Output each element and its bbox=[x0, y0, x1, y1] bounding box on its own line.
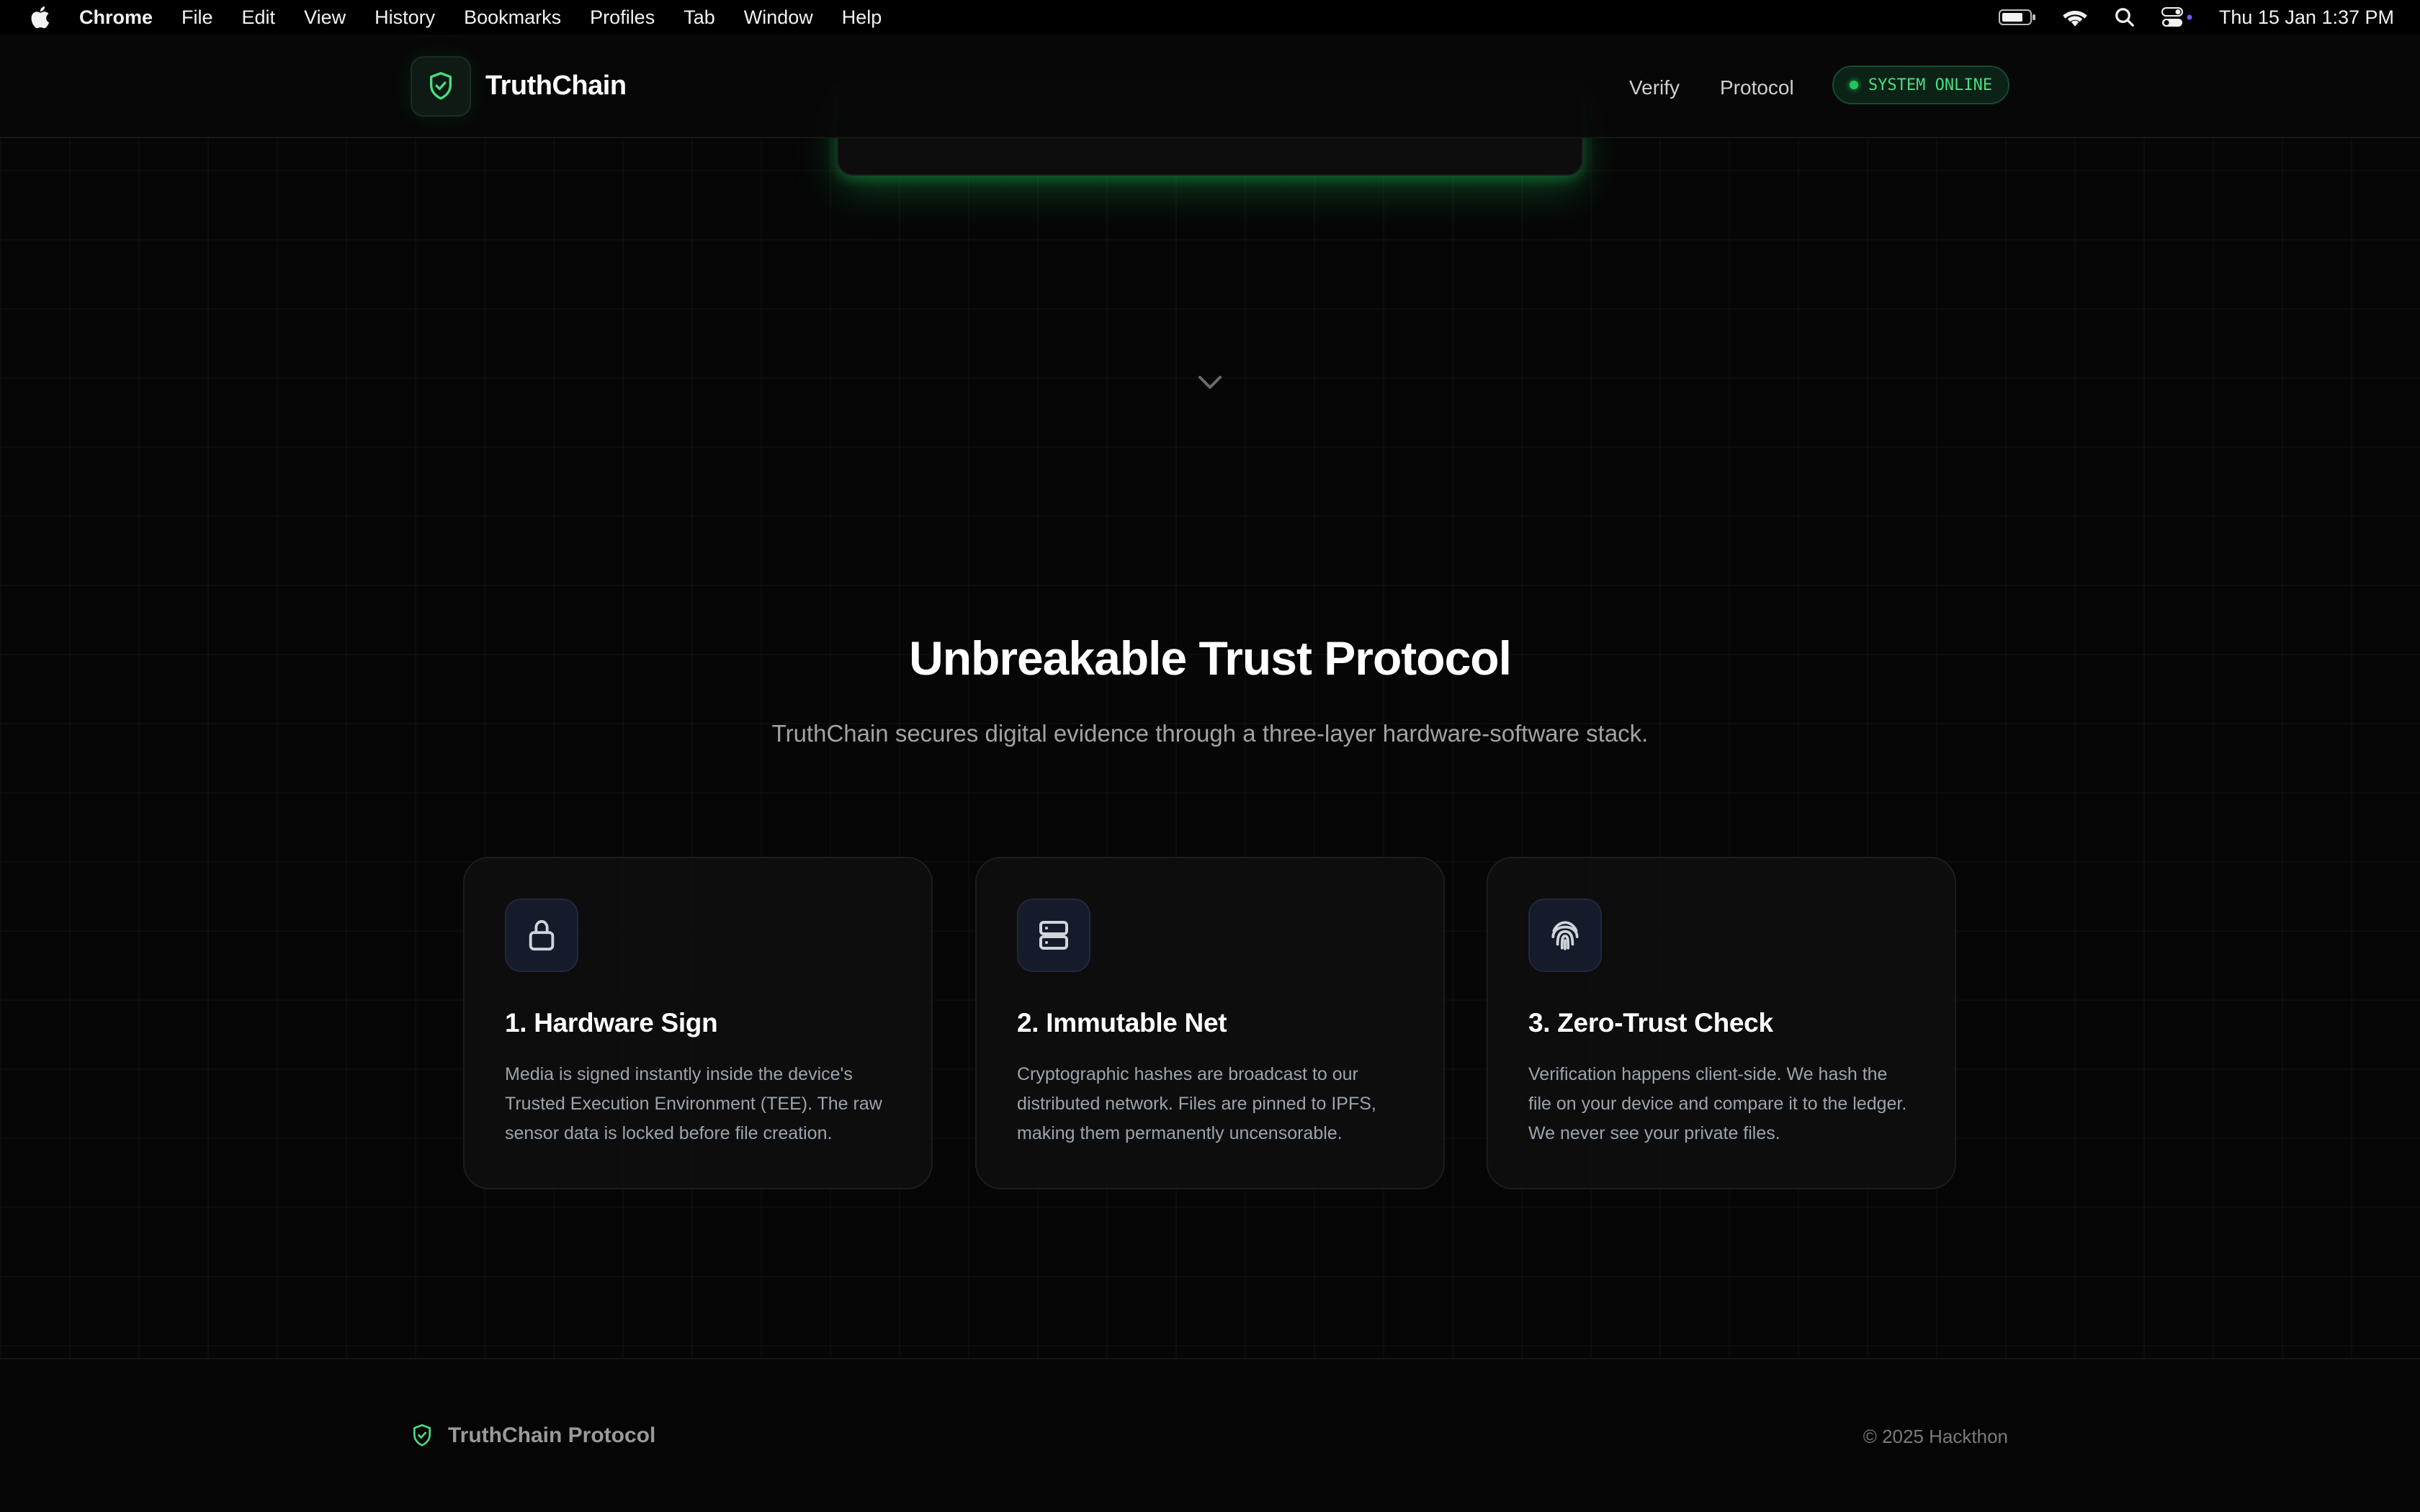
apple-icon[interactable] bbox=[29, 5, 50, 30]
card-title: 2. Immutable Net bbox=[1017, 1008, 1227, 1038]
feature-card-zero-trust-check: 3. Zero-Trust Check Verification happens… bbox=[1487, 857, 1956, 1189]
card-text: Cryptographic hashes are broadcast to ou… bbox=[1017, 1064, 1376, 1143]
status-dot bbox=[1849, 81, 1858, 89]
menubar-status-area: Thu 15 Jan 1:37 PM bbox=[1973, 0, 2394, 35]
server-icon bbox=[1039, 921, 1068, 950]
menu-app-name[interactable]: Chrome bbox=[79, 6, 153, 29]
card-title: 3. Zero-Trust Check bbox=[1528, 1008, 1773, 1038]
nav-verify[interactable]: Verify bbox=[1629, 76, 1680, 99]
card-text: Media is signed instantly inside the dev… bbox=[505, 1064, 882, 1143]
chevron-down-icon[interactable] bbox=[1196, 372, 1224, 392]
site-header: TruthChain Verify Protocol SYSTEM ONLINE bbox=[0, 35, 2420, 138]
logo[interactable] bbox=[411, 56, 471, 117]
card-icon-box bbox=[1528, 899, 1602, 972]
menubar-clock[interactable]: Thu 15 Jan 1:37 PM bbox=[2219, 6, 2394, 29]
card-icon-box bbox=[1017, 899, 1090, 972]
menu-help[interactable]: Help bbox=[842, 6, 882, 29]
battery-icon[interactable] bbox=[1998, 9, 2036, 26]
fingerprint-icon bbox=[1551, 921, 1579, 950]
menu-edit[interactable]: Edit bbox=[242, 6, 276, 29]
shield-check-icon bbox=[430, 71, 452, 100]
shield-check-icon bbox=[413, 1424, 431, 1446]
status-label: SYSTEM ONLINE bbox=[1868, 76, 1993, 94]
site-footer: TruthChain Protocol © 2025 Hackthon bbox=[0, 1358, 2420, 1512]
wifi-icon[interactable] bbox=[2062, 7, 2088, 27]
card-title: 1. Hardware Sign bbox=[505, 1008, 718, 1038]
macos-menubar: Chrome File Edit View History Bookmarks … bbox=[0, 0, 2420, 35]
lock-icon bbox=[529, 919, 555, 951]
footer-brand[interactable]: TruthChain Protocol bbox=[411, 1423, 655, 1449]
nav-protocol[interactable]: Protocol bbox=[1720, 76, 1794, 99]
card-text: Verification happens client-side. We has… bbox=[1528, 1064, 1907, 1143]
section-subtitle: TruthChain secures digital evidence thro… bbox=[771, 720, 1649, 747]
menu-history[interactable]: History bbox=[375, 6, 435, 29]
page: TruthChain Verify Protocol SYSTEM ONLINE… bbox=[0, 0, 2420, 1512]
menu-window[interactable]: Window bbox=[744, 6, 813, 29]
feature-card-immutable-net: 2. Immutable Net Cryptographic hashes ar… bbox=[975, 857, 1445, 1189]
menu-file[interactable]: File bbox=[182, 6, 213, 29]
brand-name[interactable]: TruthChain bbox=[485, 71, 627, 102]
footer-brand-label: TruthChain Protocol bbox=[448, 1423, 656, 1447]
menu-bookmarks[interactable]: Bookmarks bbox=[464, 6, 561, 29]
menu-tab[interactable]: Tab bbox=[684, 6, 715, 29]
control-center-icon[interactable] bbox=[2161, 6, 2193, 28]
menu-profiles[interactable]: Profiles bbox=[590, 6, 655, 29]
copyright: © 2025 Hackthon bbox=[1863, 1426, 2008, 1447]
menu-view[interactable]: View bbox=[304, 6, 346, 29]
feature-card-hardware-sign: 1. Hardware Sign Media is signed instant… bbox=[463, 857, 933, 1189]
status-badge: SYSTEM ONLINE bbox=[1832, 66, 2009, 104]
section-title: Unbreakable Trust Protocol bbox=[909, 631, 1512, 685]
card-icon-box bbox=[505, 899, 578, 972]
search-icon[interactable] bbox=[2114, 6, 2136, 28]
